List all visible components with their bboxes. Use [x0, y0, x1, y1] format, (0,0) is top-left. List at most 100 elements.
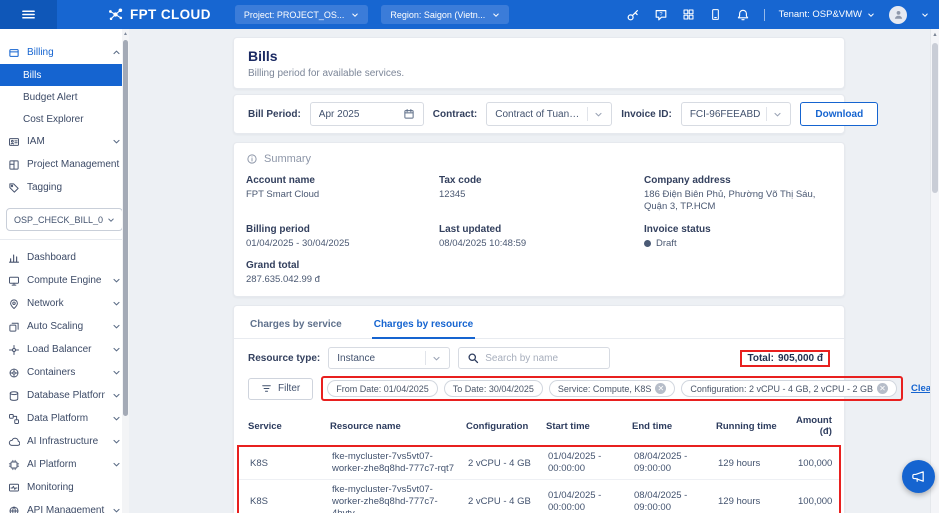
invoice-id-select[interactable]: FCI-96FEEABD — [681, 102, 792, 126]
load-balancer-icon — [8, 344, 20, 356]
key-icon — [626, 8, 640, 22]
chevron-down-icon — [351, 11, 359, 19]
chevron-down-icon — [112, 368, 121, 377]
project-selector[interactable]: Project: PROJECT_OS... — [235, 5, 369, 24]
filter-chip-configuration: Configuration: 2 vCPU - 4 GB, 2 vCPU - 2… — [681, 380, 897, 397]
summary-card: Summary Account name FPT Smart Cloud Tax… — [233, 142, 845, 297]
remove-filter-icon[interactable]: ✕ — [655, 383, 666, 394]
chevron-down-icon — [112, 137, 121, 146]
remove-filter-icon[interactable]: ✕ — [877, 383, 888, 394]
announcement-fab-button[interactable] — [902, 460, 935, 493]
sidebar-item-monitoring[interactable]: Monitoring — [0, 476, 129, 499]
tenant-selector[interactable]: Tenant: OSP&VMW — [779, 9, 875, 20]
chevron-down-icon — [773, 110, 782, 119]
sidebar-item-network[interactable]: Network — [0, 292, 129, 315]
sidebar-item-billing[interactable]: Billing — [0, 41, 129, 64]
total-value: 905,000 đ — [778, 353, 823, 364]
apps-grid-icon — [682, 8, 695, 21]
bill-period-label: Bill Period: — [248, 109, 301, 120]
summary-billing-period: Billing period 01/04/2025 - 30/04/2025 — [246, 224, 439, 250]
summary-title: Summary — [264, 153, 311, 165]
dashboard-icon — [8, 252, 20, 264]
filter-chip-from-date: From Date: 01/04/2025 — [327, 380, 438, 397]
scroll-up-arrow-icon[interactable]: ▲ — [931, 29, 939, 40]
support-button[interactable]: ? — [654, 8, 668, 22]
main-content: Bills Billing period for available servi… — [233, 37, 845, 513]
fpt-cloud-logo[interactable]: FPT CLOUD — [107, 6, 211, 23]
draft-status-dot — [644, 240, 651, 247]
compute-engine-icon — [8, 275, 20, 287]
hamburger-menu-button[interactable] — [0, 0, 57, 29]
sidebar-item-ai-platform[interactable]: AI Platform — [0, 453, 129, 476]
filter-chip-service: Service: Compute, K8S ✕ — [549, 380, 676, 397]
region-selector[interactable]: Region: Saigon (Vietn... — [381, 5, 509, 24]
charges-card: Charges by service Charges by resource R… — [233, 305, 845, 513]
access-key-button[interactable] — [626, 8, 640, 22]
chevron-down-icon — [112, 460, 121, 469]
filter-button[interactable]: Filter — [248, 378, 313, 400]
containers-icon — [8, 367, 20, 379]
table-row: K8S fke-mycluster-7vs5vt07-worker-zhe8q8… — [239, 479, 839, 513]
tab-charges-by-resource[interactable]: Charges by resource — [372, 312, 476, 339]
resource-type-select[interactable]: Instance — [328, 347, 450, 369]
contract-label: Contract: — [433, 109, 477, 120]
scroll-up-arrow-icon[interactable]: ▲ — [122, 29, 129, 38]
search-input[interactable] — [485, 353, 601, 364]
search-field[interactable] — [458, 347, 610, 369]
notifications-button[interactable] — [736, 8, 750, 22]
monitoring-icon — [8, 482, 20, 494]
network-icon — [8, 298, 20, 310]
bill-period-input[interactable] — [319, 109, 397, 120]
apps-menu-button[interactable] — [682, 8, 695, 21]
summary-tax-code: Tax code 12345 — [439, 175, 644, 214]
calendar-icon[interactable] — [403, 108, 415, 120]
bill-period-field[interactable] — [310, 102, 424, 126]
region-selector-label: Region: Saigon (Vietn... — [390, 10, 485, 20]
info-icon — [246, 153, 258, 165]
chevron-down-icon[interactable] — [921, 11, 929, 19]
chevron-down-icon — [112, 322, 121, 331]
main-scrollbar-thumb[interactable] — [932, 43, 938, 193]
user-icon — [892, 8, 905, 21]
tab-charges-by-service[interactable]: Charges by service — [248, 312, 344, 338]
iam-icon — [8, 136, 20, 148]
sidebar-item-dashboard[interactable]: Dashboard — [0, 246, 129, 269]
status-badge: Draft — [656, 238, 677, 250]
sidebar-item-tagging[interactable]: Tagging — [0, 176, 129, 199]
api-management-icon — [8, 505, 20, 513]
documentation-button[interactable] — [709, 8, 722, 21]
sidebar-item-compute-engine[interactable]: Compute Engine — [0, 269, 129, 292]
top-navigation-bar: FPT CLOUD Project: PROJECT_OS... Region:… — [0, 0, 939, 29]
sidebar-item-database-platform[interactable]: Database Platform — [0, 384, 129, 407]
chevron-down-icon — [112, 437, 121, 446]
summary-invoice-status: Invoice status Draft — [644, 224, 832, 250]
hamburger-icon — [21, 7, 36, 22]
download-button[interactable]: Download — [800, 102, 878, 126]
sidebar-item-data-platform[interactable]: Data Platform — [0, 407, 129, 430]
sidebar-item-budget-alert[interactable]: Budget Alert — [0, 86, 129, 108]
sidebar-divider — [0, 239, 129, 240]
sidebar-item-containers[interactable]: Containers — [0, 361, 129, 384]
avatar[interactable] — [889, 6, 907, 24]
sidebar-item-cost-explorer[interactable]: Cost Explorer — [0, 108, 129, 130]
page-title: Bills — [248, 48, 830, 64]
megaphone-icon — [911, 469, 926, 484]
project-scope-select[interactable]: OSP_CHECK_BILL_001 — [6, 208, 123, 231]
annotation-filter-chips-box: From Date: 01/04/2025 To Date: 30/04/202… — [321, 376, 903, 401]
sidebar-item-auto-scaling[interactable]: Auto Scaling — [0, 315, 129, 338]
sidebar-item-ai-infrastructure[interactable]: AI Infrastructure — [0, 430, 129, 453]
sidebar-item-load-balancer[interactable]: Load Balancer — [0, 338, 129, 361]
main-scrollbar: ▲ — [930, 29, 939, 513]
fpt-logo-mark-icon — [107, 6, 124, 23]
sidebar-item-api-management[interactable]: API Management — [0, 499, 129, 513]
support-chat-icon: ? — [654, 8, 668, 22]
contract-select[interactable]: Contract of Tuannn52... — [486, 102, 612, 126]
tenant-label: Tenant: OSP&VMW — [779, 9, 862, 20]
sidebar-item-iam[interactable]: IAM — [0, 130, 129, 153]
table-row: K8S fke-mycluster-7vs5vt07-worker-zhe8q8… — [239, 447, 839, 479]
sidebar-scrollbar-thumb[interactable] — [123, 40, 128, 416]
topbar-divider — [764, 9, 765, 21]
sidebar-item-bills[interactable]: Bills — [0, 64, 129, 86]
sidebar-item-project-management[interactable]: Project Management — [0, 153, 129, 176]
billing-icon — [8, 47, 20, 59]
